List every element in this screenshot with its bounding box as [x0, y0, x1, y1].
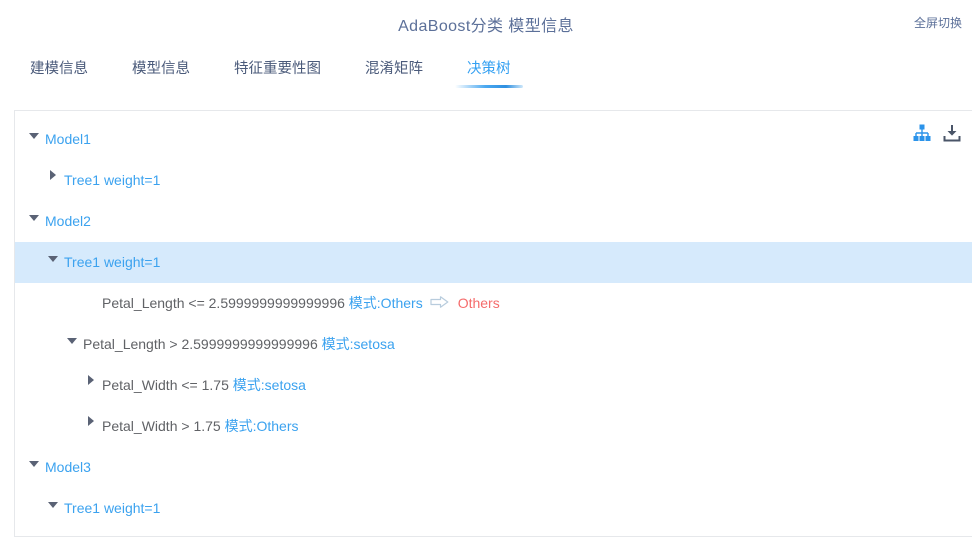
chevron-down-icon[interactable] [27, 201, 41, 242]
tree-row-content: Petal_Width > 1.75 模式:Others [84, 406, 298, 448]
tree-node-condition: Petal_Width <= 1.75 [102, 377, 233, 393]
tree-node-mode: 模式:setosa [321, 336, 395, 352]
tree-row[interactable]: Petal_Width > 1.75 模式:Others [15, 406, 972, 448]
tree-row-content: Model2 [27, 201, 91, 243]
page-title: AdaBoost分类 模型信息 [398, 18, 574, 35]
page-header: AdaBoost分类 模型信息 全屏切换 [0, 0, 972, 46]
tree-node-condition: Petal_Width > 1.75 [102, 418, 225, 434]
tree-node-label: Model3 [45, 459, 91, 475]
arrow-right-icon [430, 283, 449, 324]
tree-row-content: Petal_Length <= 2.5999999999999996 模式:Ot… [84, 283, 500, 325]
tree-row-content: Petal_Width <= 1.75 模式:setosa [84, 365, 306, 407]
chevron-down-icon[interactable] [46, 242, 60, 283]
tree-node-mode: 模式:setosa [232, 377, 306, 393]
chevron-right-icon[interactable] [84, 406, 98, 447]
tree-row-content: Model1 [27, 119, 91, 161]
tree-node-label: Model2 [45, 213, 91, 229]
tree-node-condition: Petal_Length > 2.5999999999999996 [83, 336, 322, 352]
tree-row-content: Petal_Length > 2.5999999999999996 模式:set… [65, 324, 395, 366]
tree-node-mode: 模式:Others [348, 295, 423, 311]
chevron-down-icon[interactable] [27, 447, 41, 488]
tab-5-active[interactable]: 决策树 [445, 46, 533, 92]
sitemap-icon[interactable] [912, 123, 932, 143]
tree-node-label: Tree1 weight=1 [64, 500, 161, 516]
tree-row[interactable]: Model1 [15, 119, 972, 161]
decision-tree-panel: Model1 Tree1 weight=1 Model2 Tree1 weight=1… [14, 110, 972, 537]
tree-row[interactable]: Petal_Length > 2.5999999999999996 模式:set… [15, 324, 972, 366]
tree-row[interactable]: Model2 [15, 201, 972, 243]
tree-row-content: Tree1 weight=1 [46, 160, 160, 202]
tree-row-content: Tree1 weight=1 [46, 488, 160, 530]
tree-node-mode: 模式:Others [224, 418, 299, 434]
tree-node-label: Tree1 weight=1 [64, 172, 161, 188]
tab-1[interactable]: 建模信息 [14, 46, 110, 92]
tree-node-condition: Petal_Length <= 2.5999999999999996 [102, 295, 349, 311]
tree-row[interactable]: Petal_Width <= 1.75 模式:setosa [15, 365, 972, 407]
chevron-right-icon[interactable] [84, 365, 98, 406]
tree-row[interactable]: Petal_Length <= 2.5999999999999996 模式:Ot… [15, 283, 972, 325]
tab-2[interactable]: 模型信息 [110, 46, 212, 92]
tree-row-content: Model3 [27, 447, 91, 489]
tab-4[interactable]: 混淆矩阵 [343, 46, 445, 92]
tree-row-content: Tree1 weight=1 [46, 242, 160, 284]
tree-row[interactable]: Tree1 weight=1 [15, 160, 972, 202]
tab-3[interactable]: 特征重要性图 [212, 46, 343, 92]
chevron-right-icon[interactable] [46, 160, 60, 201]
tree-row[interactable]: Model3 [15, 447, 972, 489]
chevron-down-icon[interactable] [27, 119, 41, 160]
tree-row[interactable]: Tree1 weight=1 [15, 488, 972, 530]
tab-bar: 建模信息 模型信息 特征重要性图 混淆矩阵 决策树 [14, 46, 958, 92]
download-icon[interactable] [942, 123, 962, 143]
chevron-down-icon[interactable] [65, 324, 79, 365]
fullscreen-toggle-button[interactable]: 全屏切换 [914, 14, 962, 31]
tree-view: Model1 Tree1 weight=1 Model2 Tree1 weight=1… [15, 111, 972, 529]
tree-row[interactable]: Tree1 weight=1 [15, 242, 972, 284]
tree-node-label: Tree1 weight=1 [64, 254, 161, 270]
tree-node-result: Others [457, 295, 500, 311]
tree-node-label: Model1 [45, 131, 91, 147]
chevron-down-icon[interactable] [46, 488, 60, 529]
panel-action-bar [912, 123, 962, 143]
tab-list: 建模信息 模型信息 特征重要性图 混淆矩阵 决策树 [14, 46, 958, 92]
